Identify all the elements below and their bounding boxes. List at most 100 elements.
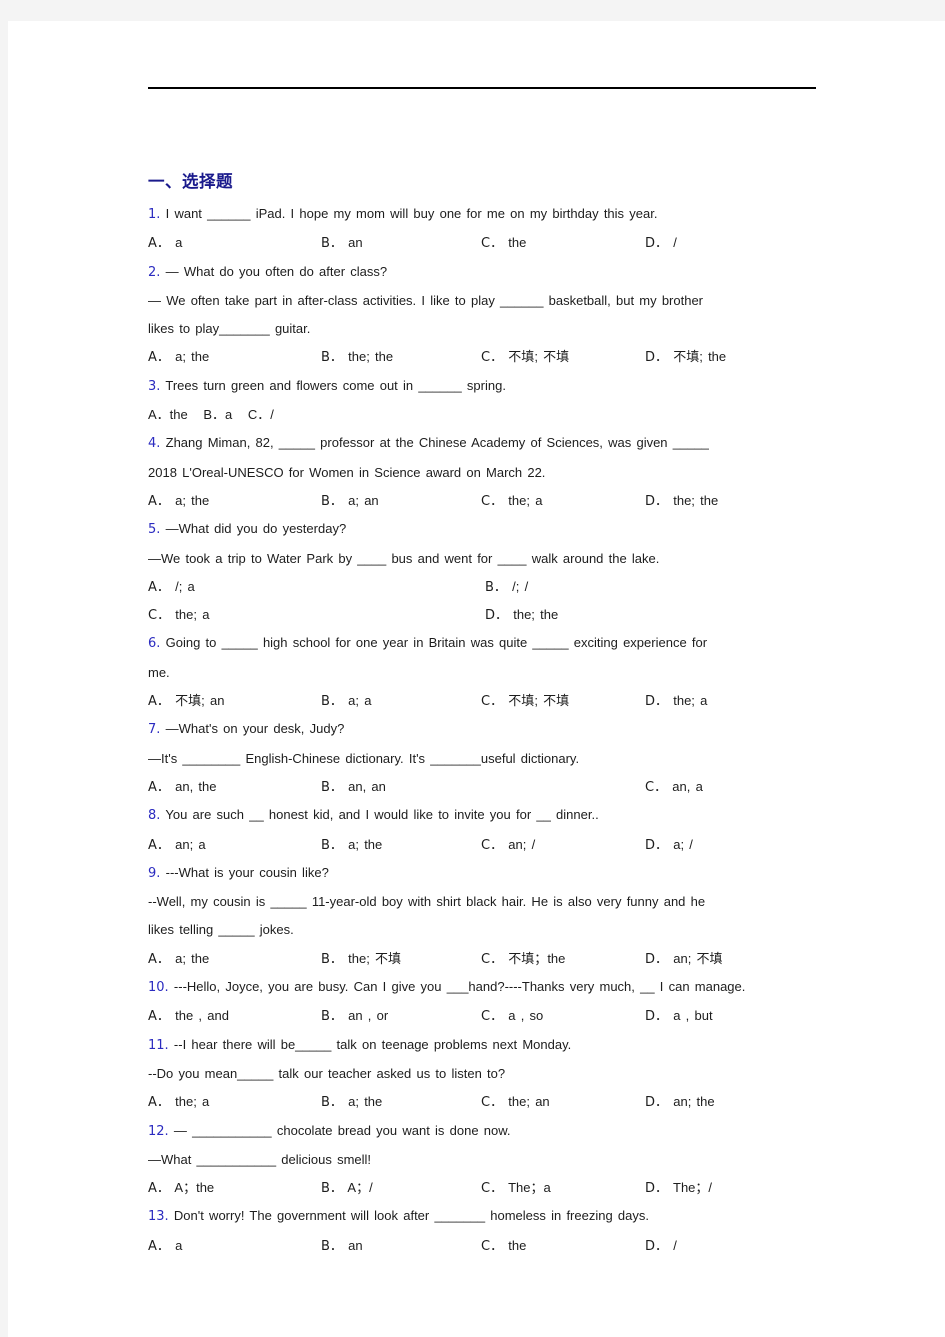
option-choice[interactable]: D． 不填; the	[645, 343, 726, 372]
option-text: 不填; 不填	[508, 349, 570, 366]
option-choice[interactable]: B． /; /	[485, 573, 528, 602]
option-choice[interactable]: B． a; an	[321, 487, 379, 516]
option-choice[interactable]: C． an, a	[645, 773, 703, 802]
question-block: 3. Trees turn green and flowers come out…	[148, 372, 820, 430]
option-letter: A．	[148, 350, 170, 366]
question-stem: 4. Zhang Miman, 82, _____ professor at t…	[148, 429, 820, 458]
question-number: 11.	[148, 1037, 169, 1053]
option-text: A；the	[174, 1180, 215, 1197]
option-choice[interactable]: C． a , so	[481, 1002, 543, 1031]
option-choice[interactable]: C． The；a	[481, 1174, 551, 1203]
question-block: 6. Going to _____ high school for one ye…	[148, 629, 820, 715]
option-choice[interactable]: D． the; the	[485, 601, 558, 630]
option-letter: B．	[321, 837, 343, 853]
option-choice[interactable]: A． a; the	[148, 487, 209, 516]
option-choice[interactable]: B． an	[321, 1232, 363, 1261]
option-choice[interactable]: A． an; a	[148, 831, 206, 860]
option-letter: C．	[481, 951, 504, 967]
option-choice[interactable]: B． an, an	[321, 773, 386, 802]
option-text: /	[673, 235, 677, 251]
question-block: 12. — ___________ chocolate bread you wa…	[148, 1117, 820, 1203]
option-row: A． /; a B． /; /	[148, 573, 820, 601]
option-row[interactable]: A．the B．a C．/	[148, 401, 820, 429]
question-stem-continuation: —What ___________ delicious smell!	[148, 1146, 820, 1174]
option-letter: A．	[148, 1009, 170, 1025]
question-stem-continuation: likes telling _____ jokes.	[148, 916, 820, 944]
option-letter: C．	[481, 493, 504, 509]
option-choice[interactable]: A． a	[148, 1232, 182, 1261]
question-text: Zhang Miman, 82, _____ professor at the …	[165, 435, 709, 451]
option-choice[interactable]: B． the; the	[321, 343, 393, 372]
option-letter: C．	[481, 694, 504, 710]
question-text: 2018 L'Oreal-UNESCO for Women in Science…	[148, 464, 546, 480]
option-choice[interactable]: C． the; a	[481, 487, 542, 516]
question-number: 9.	[148, 865, 161, 881]
option-choice[interactable]: D． /	[645, 229, 677, 258]
option-choice[interactable]: B． an , or	[321, 1002, 388, 1031]
option-text: an	[348, 1237, 363, 1253]
option-choice[interactable]: B． a; the	[321, 831, 382, 860]
option-choice[interactable]: C． the	[481, 1232, 526, 1261]
option-choice[interactable]: C． an; /	[481, 831, 535, 860]
option-choice[interactable]: A． 不填; an	[148, 687, 224, 716]
option-choice[interactable]: A． /; a	[148, 573, 195, 602]
option-choice[interactable]: D． /	[645, 1232, 677, 1261]
option-choice[interactable]: A． a	[148, 229, 182, 258]
option-text: a; a	[348, 693, 372, 709]
option-letter: D．	[645, 951, 669, 967]
option-choice[interactable]: B． a; a	[321, 687, 371, 716]
option-choice[interactable]: C． 不填；the	[481, 945, 565, 974]
option-choice[interactable]: B． a; the	[321, 1088, 382, 1117]
option-choice[interactable]: A． a; the	[148, 343, 209, 372]
question-text: Don't worry! The government will look af…	[173, 1208, 649, 1224]
question-stem-continuation: --Do you mean_____ talk our teacher aske…	[148, 1060, 820, 1088]
question-text: —What's on your desk, Judy?	[165, 721, 345, 737]
option-choice[interactable]: C． the	[481, 229, 526, 258]
question-number: 10.	[148, 980, 169, 996]
option-letter: A．	[148, 236, 170, 252]
option-choice[interactable]: D． an; the	[645, 1088, 715, 1117]
question-list: 1. I want ______ iPad. I hope my mom wil…	[148, 200, 820, 1260]
option-choice[interactable]: C． 不填; 不填	[481, 687, 569, 716]
option-row: C． the; a D． the; the	[148, 601, 820, 629]
option-choice[interactable]: A． a; the	[148, 945, 209, 974]
question-text: likes to play_______ guitar.	[148, 321, 311, 337]
option-text: the	[508, 1237, 527, 1253]
option-text: an , or	[348, 1008, 389, 1024]
option-choice[interactable]: C． 不填; 不填	[481, 343, 569, 372]
option-text: a , but	[673, 1008, 713, 1024]
option-choice[interactable]: C． the; an	[481, 1088, 550, 1117]
option-choice[interactable]: D． the; the	[645, 487, 718, 516]
question-text: Trees turn green and flowers come out in…	[165, 377, 506, 393]
option-choice[interactable]: D． a; /	[645, 831, 693, 860]
question-number: 3.	[148, 378, 161, 394]
option-choice[interactable]: C． the; a	[148, 601, 209, 630]
option-letter: D．	[645, 1095, 669, 1111]
option-choice[interactable]: D． a , but	[645, 1002, 713, 1031]
option-text: /; a	[175, 578, 195, 594]
option-text: the; a	[175, 1094, 210, 1110]
question-stem: 13. Don't worry! The government will loo…	[148, 1202, 820, 1231]
question-text: — ___________ chocolate bread you want i…	[173, 1122, 511, 1138]
option-choice[interactable]: D． the; a	[645, 687, 707, 716]
option-choice[interactable]: A． the; a	[148, 1088, 209, 1117]
question-text: —What ___________ delicious smell!	[148, 1151, 372, 1167]
question-block: 1. I want ______ iPad. I hope my mom wil…	[148, 200, 820, 258]
question-text: likes telling _____ jokes.	[148, 922, 294, 938]
option-choice[interactable]: A． the , and	[148, 1002, 229, 1031]
option-choice[interactable]: D． an; 不填	[645, 945, 723, 974]
question-text: You are such __ honest kid, and I would …	[165, 807, 599, 823]
option-text: an; 不填	[673, 950, 723, 967]
option-choice[interactable]: B． the; 不填	[321, 945, 401, 974]
question-stem-continuation: likes to play_______ guitar.	[148, 315, 820, 343]
option-letter: D．	[645, 350, 669, 366]
option-choice[interactable]: D． The；/	[645, 1174, 712, 1203]
header-rule	[148, 87, 816, 89]
option-row: A． 不填; an B． a; a C． 不填; 不填 D． the; a	[148, 687, 820, 715]
option-letter: A．	[148, 779, 170, 795]
option-choice[interactable]: B． A；/	[321, 1174, 373, 1203]
option-choice[interactable]: B． an	[321, 229, 363, 258]
option-letter: C．	[481, 350, 504, 366]
option-choice[interactable]: A． an, the	[148, 773, 216, 802]
option-choice[interactable]: A． A；the	[148, 1174, 214, 1203]
